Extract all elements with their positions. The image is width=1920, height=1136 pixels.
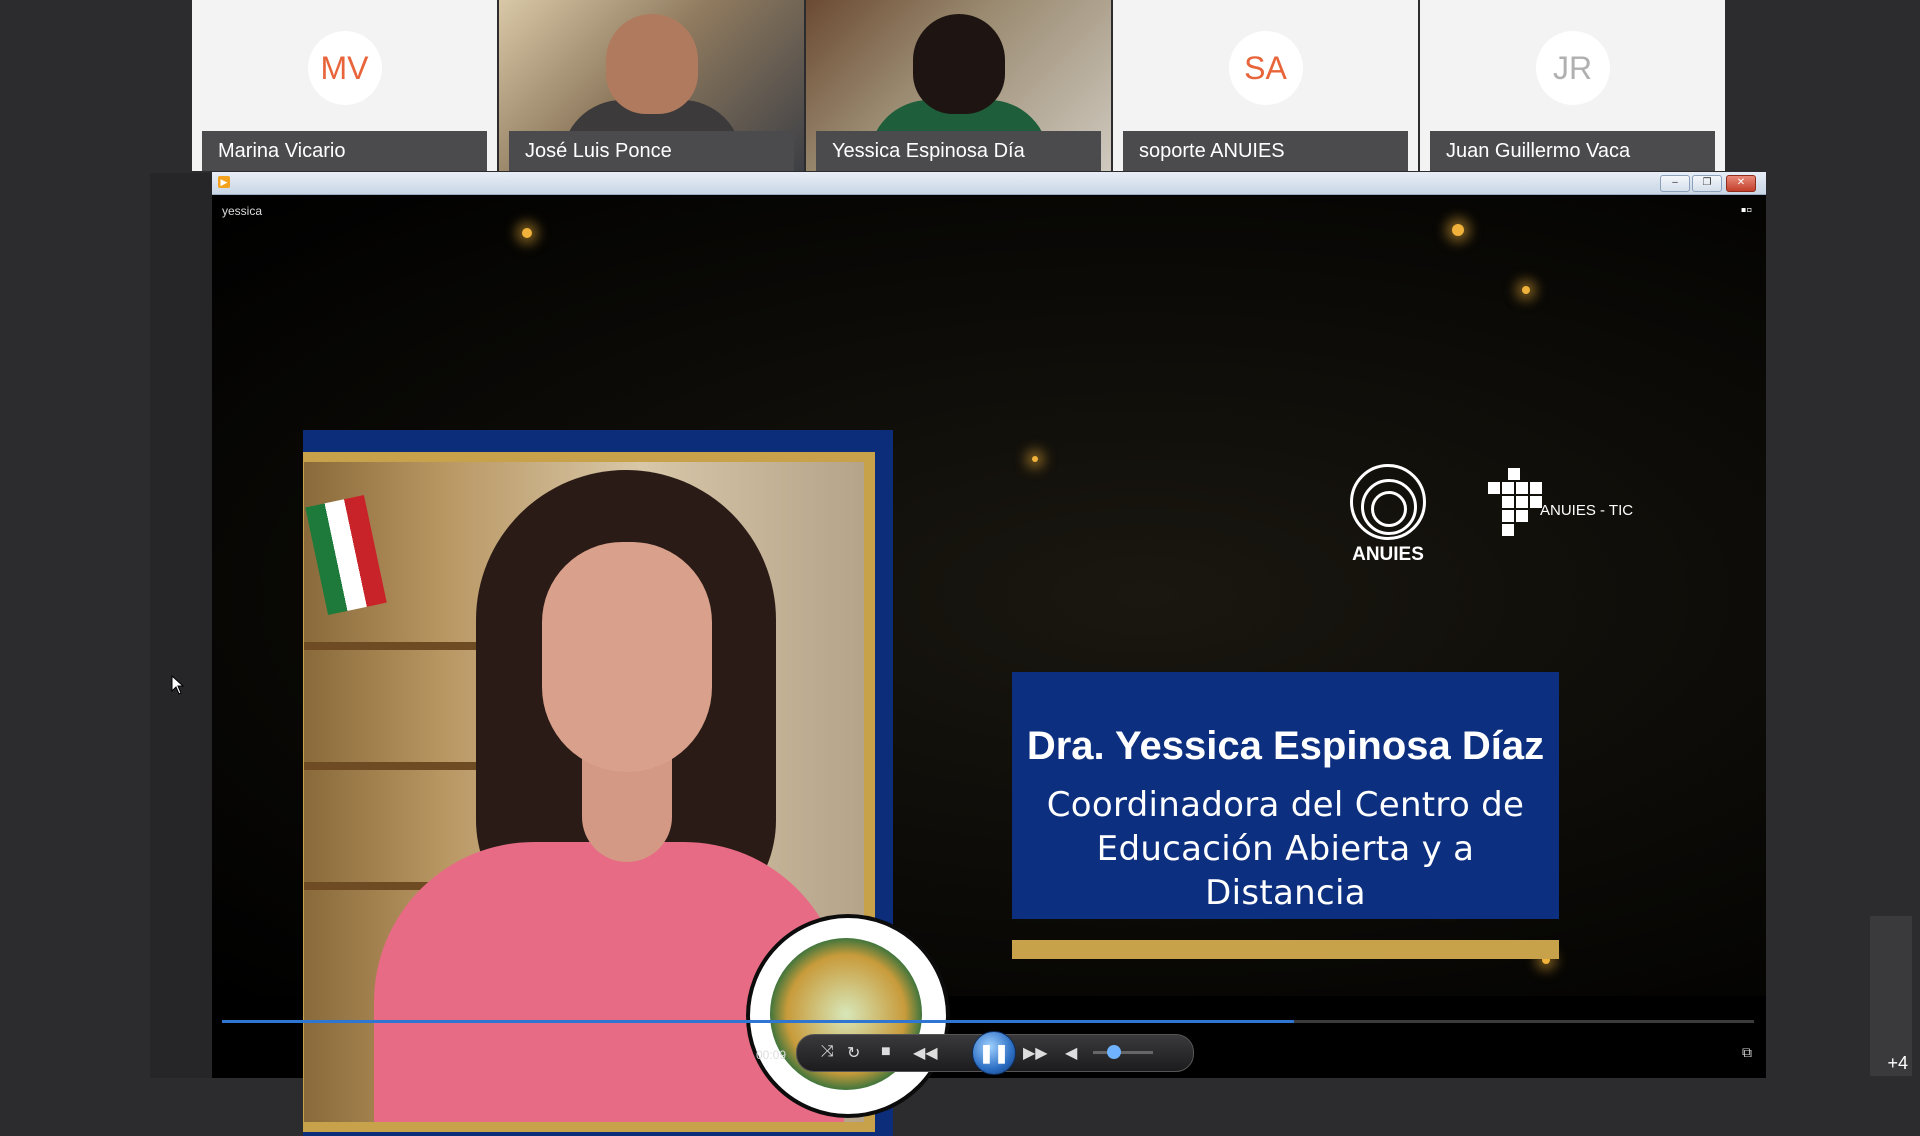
bokeh-light [1452, 224, 1464, 236]
participant-name: Marina Vicario [202, 131, 487, 171]
anuies-logo: ANUIES [1348, 464, 1428, 566]
file-label: yessica [222, 204, 263, 218]
seek-bar-progress [222, 1020, 1295, 1023]
participant-video [605, 14, 698, 114]
participant-name: José Luis Ponce [509, 131, 794, 171]
volume-icon[interactable]: ◀ [1065, 1043, 1077, 1063]
playback-controls: ⤨ ↻ ■ ◀◀ ❚❚ ▶▶ ◀ [796, 1031, 1194, 1075]
participant-name: soporte ANUIES [1123, 131, 1408, 171]
anuies-tic-logo: ANUIES - TIC [1488, 468, 1633, 548]
participant-tile-jose[interactable]: José Luis Ponce [499, 0, 804, 171]
seek-bar[interactable] [222, 1020, 1754, 1023]
previous-icon[interactable]: ◀◀ [913, 1043, 938, 1063]
speaker-role-line2: Educación Abierta y a Distancia [1096, 829, 1475, 913]
bookshelf [304, 642, 504, 650]
name-card-gold-bar [1012, 940, 1559, 959]
participant-name: Juan Guillermo Vaca [1430, 131, 1715, 171]
player-app-icon: ▶ [218, 176, 230, 188]
anuies-tic-text: ANUIES - TIC [1540, 502, 1634, 519]
participant-tile-yessica[interactable]: Yessica Espinosa Día [806, 0, 1111, 171]
left-sidebar [150, 173, 212, 1078]
flag [305, 494, 387, 616]
next-icon[interactable]: ▶▶ [1023, 1043, 1048, 1063]
participant-strip: MV Marina Vicario José Luis Ponce Yessic… [192, 0, 1725, 171]
repeat-icon[interactable]: ↻ [847, 1043, 860, 1063]
anuies-rings-icon [1350, 464, 1426, 540]
speaker-role-line1: Coordinadora del Centro de [1046, 785, 1525, 825]
participant-tile-juan[interactable]: JR Juan Guillermo Vaca [1420, 0, 1725, 171]
avatar: SA [1228, 31, 1303, 105]
speaker-face [542, 542, 712, 772]
bokeh-light [522, 228, 532, 238]
elapsed-time: 00:09 [756, 1048, 787, 1062]
participant-name: Yessica Espinosa Día [816, 131, 1101, 171]
close-button[interactable]: ✕ [1726, 175, 1756, 192]
speaker-name: Dra. Yessica Espinosa Díaz [1026, 724, 1545, 768]
bookshelf [304, 762, 504, 770]
player-titlebar[interactable]: ▶ – ❐ ✕ [212, 172, 1766, 195]
bokeh-light [1522, 286, 1530, 294]
participant-tile-soporte[interactable]: SA soporte ANUIES [1113, 0, 1418, 171]
mouse-cursor-icon [171, 675, 185, 695]
anuies-logo-text: ANUIES [1352, 544, 1424, 565]
bokeh-light [1032, 456, 1038, 462]
pause-button[interactable]: ❚❚ [972, 1031, 1016, 1075]
avatar: JR [1535, 31, 1610, 105]
avatar: MV [307, 31, 382, 105]
stop-icon[interactable]: ■ [881, 1043, 891, 1061]
restore-button[interactable]: ❐ [1692, 175, 1722, 192]
more-participants-panel[interactable] [1870, 916, 1912, 1076]
shuffle-icon[interactable]: ⤨ [821, 1043, 834, 1061]
switch-to-fullscreen-icon[interactable]: ⧉ [1742, 1044, 1752, 1061]
volume-knob[interactable] [1107, 1045, 1121, 1059]
participant-tile-marina[interactable]: MV Marina Vicario [192, 0, 497, 171]
more-participants-count[interactable]: +4 [1887, 1053, 1908, 1074]
speaker-name-card: Dra. Yessica Espinosa Díaz Coordinadora … [1012, 672, 1559, 919]
minimize-button[interactable]: – [1660, 175, 1690, 192]
participant-video [912, 14, 1005, 114]
grid-icon[interactable]: ▪▫ [1741, 202, 1752, 220]
volume-slider[interactable] [1093, 1051, 1153, 1054]
media-player-window[interactable]: ▶ – ❐ ✕ yessica ▪▫ ANUIES ANUIES - TIC D… [212, 172, 1766, 1136]
